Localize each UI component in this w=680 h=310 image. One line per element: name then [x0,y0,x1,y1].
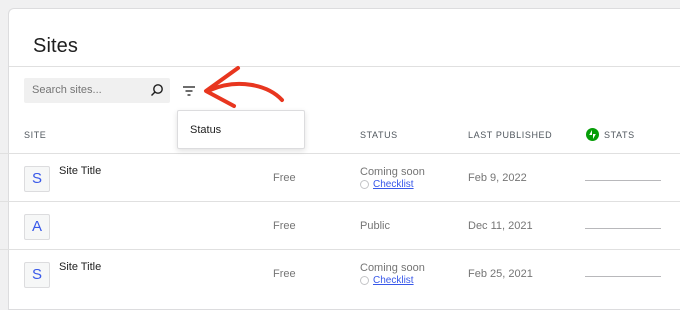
checklist-link[interactable]: Checklist [373,179,414,190]
progress-ring-icon [360,276,369,285]
stats-sparkline [585,180,661,181]
filter-menu-item-status[interactable]: Status [190,124,221,136]
last-published-date: Feb 25, 2021 [468,268,533,280]
filter-popover: Status [177,110,305,149]
status-text: Coming soon [360,166,425,178]
table-row[interactable]: S Site Title Free Coming soon Checklist … [0,154,680,202]
header-divider [9,66,680,67]
table-row[interactable]: A Free Public Dec 11, 2021 [0,202,680,250]
last-published-date: Dec 11, 2021 [468,220,533,232]
status-text: Public [360,220,390,232]
plan-label: Free [273,220,296,232]
column-last-published[interactable]: LAST PUBLISHED [468,130,552,140]
column-site[interactable]: SITE [24,130,46,140]
search-placeholder: Search sites... [32,84,102,96]
jetpack-icon [586,128,599,141]
table-row[interactable]: S Site Title Free Coming soon Checklist … [0,250,680,298]
last-published-date: Feb 9, 2022 [468,172,527,184]
status-text: Coming soon [360,262,425,274]
search-input[interactable]: Search sites... [24,78,170,103]
plan-label: Free [273,172,296,184]
search-icon[interactable] [150,83,164,97]
page-title: Sites [33,35,78,57]
checklist[interactable]: Checklist [360,179,414,190]
progress-ring-icon [360,180,369,189]
site-title-link[interactable]: Site Title [59,261,101,273]
stats-sparkline [585,228,661,229]
site-title-link[interactable]: Site Title [59,165,101,177]
annotation-arrow-icon [204,66,284,108]
column-status[interactable]: STATUS [360,130,398,140]
stats-sparkline [585,276,661,277]
column-stats-label: STATS [604,129,635,140]
plan-label: Free [273,268,296,280]
site-avatar[interactable]: S [24,166,50,192]
site-avatar[interactable]: A [24,214,50,240]
checklist[interactable]: Checklist [360,275,414,286]
site-avatar[interactable]: S [24,262,50,288]
column-stats[interactable]: STATS [586,128,635,141]
checklist-link[interactable]: Checklist [373,275,414,286]
filter-icon[interactable] [182,84,196,98]
